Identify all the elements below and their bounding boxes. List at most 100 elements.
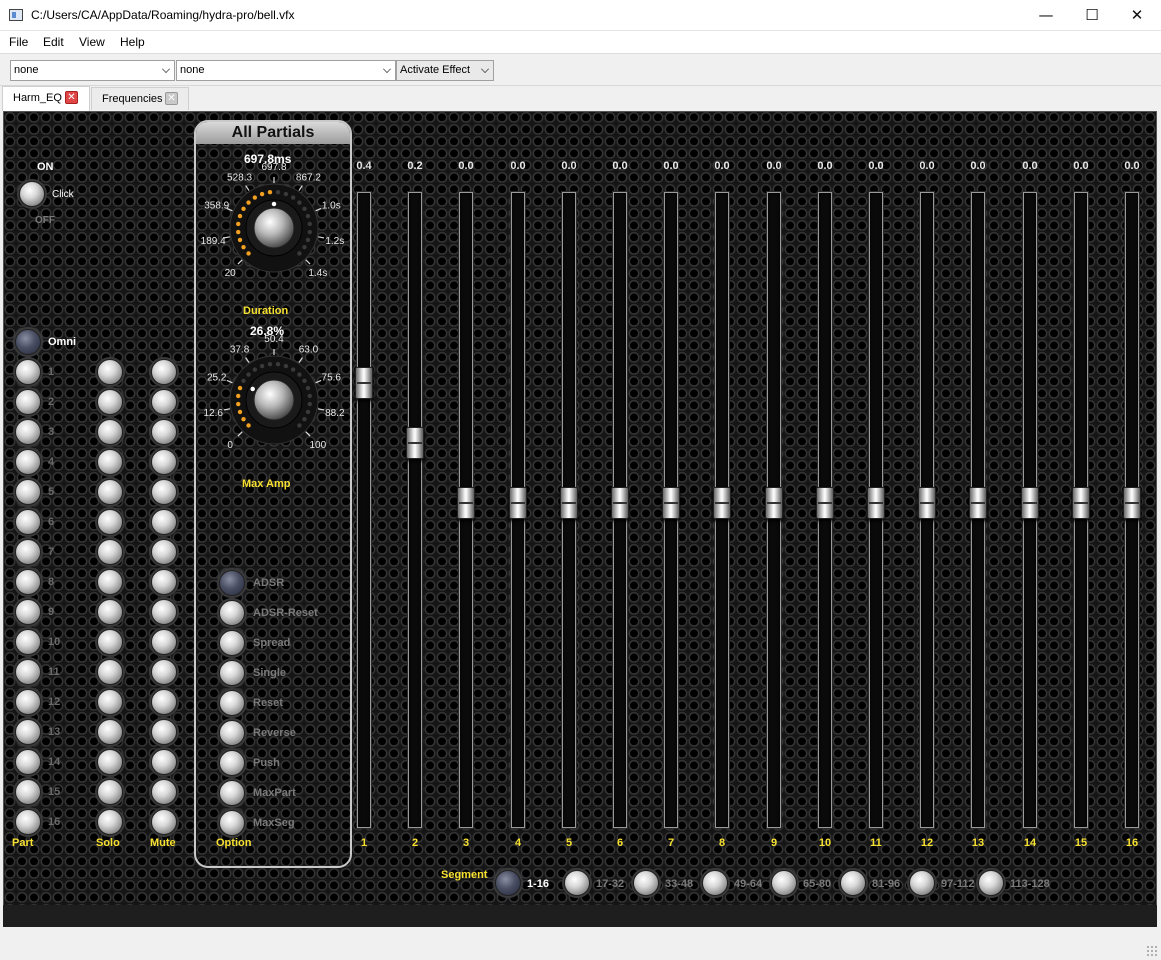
menu-view[interactable]: View <box>79 35 105 49</box>
resize-grip-icon[interactable] <box>1146 945 1158 957</box>
segment-17-32-button[interactable] <box>564 870 590 896</box>
mute-15-button[interactable] <box>151 779 177 805</box>
solo-11-button[interactable] <box>97 659 123 685</box>
segment-1-16-button[interactable] <box>495 870 521 896</box>
slider-9-thumb[interactable] <box>765 487 783 519</box>
option-reverse-button[interactable] <box>219 720 245 746</box>
part-2-button[interactable] <box>15 389 41 415</box>
option-spread-button[interactable] <box>219 630 245 656</box>
segment-113-128-button[interactable] <box>978 870 1004 896</box>
close-icon[interactable]: ✕ <box>65 91 78 104</box>
part-1-button[interactable] <box>15 359 41 385</box>
slider-1-track[interactable] <box>357 192 371 828</box>
solo-13-button[interactable] <box>97 719 123 745</box>
duration-knob[interactable]: 20 189.4 358.9 528.3 697.8 867.2 1.0s 1.2s 1.4s <box>200 162 348 294</box>
solo-6-button[interactable] <box>97 509 123 535</box>
slider-6-thumb[interactable] <box>611 487 629 519</box>
mute-13-button[interactable] <box>151 719 177 745</box>
mute-12-button[interactable] <box>151 689 177 715</box>
part-3-button[interactable] <box>15 419 41 445</box>
max-amp-knob[interactable]: 0 12.6 25.2 37.8 50.4 63.0 75.6 88.2 100 <box>200 334 348 466</box>
solo-15-button[interactable] <box>97 779 123 805</box>
part-15-button[interactable] <box>15 779 41 805</box>
slider-4-thumb[interactable] <box>509 487 527 519</box>
tab-harm-eq[interactable]: Harm_EQ ✕ <box>2 86 90 111</box>
close-button[interactable]: ✕ <box>1114 0 1160 31</box>
slider-1-thumb[interactable] <box>355 367 373 399</box>
activate-effect-combo[interactable]: Activate Effect <box>396 60 494 81</box>
part-16-button[interactable] <box>15 809 41 835</box>
solo-7-button[interactable] <box>97 539 123 565</box>
solo-4-button[interactable] <box>97 449 123 475</box>
on-off-switch[interactable] <box>19 181 45 207</box>
slider-5-thumb[interactable] <box>560 487 578 519</box>
part-10-button[interactable] <box>15 629 41 655</box>
solo-10-button[interactable] <box>97 629 123 655</box>
mute-10-button[interactable] <box>151 629 177 655</box>
slider-15-thumb[interactable] <box>1072 487 1090 519</box>
slider-3-thumb[interactable] <box>457 487 475 519</box>
part-7-button[interactable] <box>15 539 41 565</box>
option-adsr-reset-button[interactable] <box>219 600 245 626</box>
slider-7-thumb[interactable] <box>662 487 680 519</box>
mute-11-button[interactable] <box>151 659 177 685</box>
slider-8-thumb[interactable] <box>713 487 731 519</box>
option-reset-button[interactable] <box>219 690 245 716</box>
mute-4-button[interactable] <box>151 449 177 475</box>
part-13-button[interactable] <box>15 719 41 745</box>
preset-combo-1[interactable]: none <box>10 60 175 81</box>
close-icon[interactable]: ✕ <box>165 92 178 105</box>
part-9-button[interactable] <box>15 599 41 625</box>
solo-16-button[interactable] <box>97 809 123 835</box>
slider-11-thumb[interactable] <box>867 487 885 519</box>
option-single-button[interactable] <box>219 660 245 686</box>
mute-9-button[interactable] <box>151 599 177 625</box>
solo-5-button[interactable] <box>97 479 123 505</box>
mute-8-button[interactable] <box>151 569 177 595</box>
segment-33-48-button[interactable] <box>633 870 659 896</box>
slider-16-thumb[interactable] <box>1123 487 1141 519</box>
solo-14-button[interactable] <box>97 749 123 775</box>
solo-1-button[interactable] <box>97 359 123 385</box>
solo-8-button[interactable] <box>97 569 123 595</box>
segment-49-64-button[interactable] <box>702 870 728 896</box>
mute-7-button[interactable] <box>151 539 177 565</box>
maximize-button[interactable]: ☐ <box>1069 0 1115 31</box>
mute-14-button[interactable] <box>151 749 177 775</box>
segment-97-112-button[interactable] <box>909 870 935 896</box>
preset-combo-2[interactable]: none <box>176 60 396 81</box>
solo-3-button[interactable] <box>97 419 123 445</box>
mute-1-button[interactable] <box>151 359 177 385</box>
menu-edit[interactable]: Edit <box>43 35 64 49</box>
solo-2-button[interactable] <box>97 389 123 415</box>
slider-12-thumb[interactable] <box>918 487 936 519</box>
minimize-button[interactable]: — <box>1023 0 1069 31</box>
option-maxpart-button[interactable] <box>219 780 245 806</box>
menu-help[interactable]: Help <box>120 35 145 49</box>
option-maxseg-button[interactable] <box>219 810 245 836</box>
omni-button[interactable] <box>15 329 41 355</box>
part-12-button[interactable] <box>15 689 41 715</box>
mute-3-button[interactable] <box>151 419 177 445</box>
slider-2-track[interactable] <box>408 192 422 828</box>
slider-2-thumb[interactable] <box>406 427 424 459</box>
option-adsr-button[interactable] <box>219 570 245 596</box>
slider-10-thumb[interactable] <box>816 487 834 519</box>
solo-12-button[interactable] <box>97 689 123 715</box>
part-4-button[interactable] <box>15 449 41 475</box>
solo-9-button[interactable] <box>97 599 123 625</box>
slider-13-thumb[interactable] <box>969 487 987 519</box>
mute-16-button[interactable] <box>151 809 177 835</box>
part-11-button[interactable] <box>15 659 41 685</box>
segment-65-80-button[interactable] <box>771 870 797 896</box>
part-6-button[interactable] <box>15 509 41 535</box>
menu-file[interactable]: File <box>9 35 28 49</box>
mute-2-button[interactable] <box>151 389 177 415</box>
mute-6-button[interactable] <box>151 509 177 535</box>
option-push-button[interactable] <box>219 750 245 776</box>
tab-frequencies[interactable]: Frequencies ✕ <box>91 87 189 110</box>
part-14-button[interactable] <box>15 749 41 775</box>
segment-81-96-button[interactable] <box>840 870 866 896</box>
part-8-button[interactable] <box>15 569 41 595</box>
slider-14-thumb[interactable] <box>1021 487 1039 519</box>
